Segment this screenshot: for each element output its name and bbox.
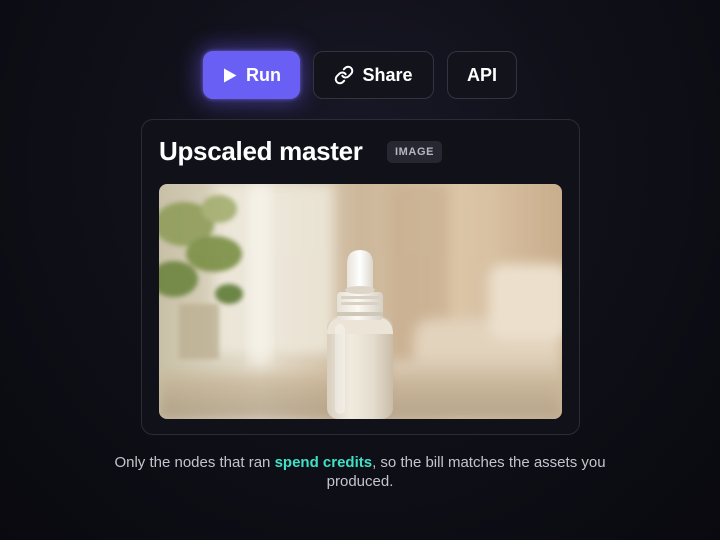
run-button-label: Run [246,64,281,85]
caption-prefix: Only the nodes that ran [114,454,275,471]
type-badge: IMAGE [387,141,443,163]
api-button-label: API [466,64,497,85]
output-image[interactable] [159,184,562,419]
play-icon [222,67,238,84]
toolbar: Run Share API [0,51,720,99]
link-icon [334,65,354,85]
card-title: Upscaled master [159,136,363,166]
output-card: Upscaled master IMAGE [141,119,580,435]
dropper-bottle-photo [159,184,562,419]
run-button[interactable]: Run [203,51,300,99]
caption-highlight: spend credits [274,454,373,471]
caption: Only the nodes that ran spend credits, s… [80,453,640,491]
api-button[interactable]: API [447,51,517,99]
share-button-label: Share [362,64,413,85]
share-button[interactable]: Share [313,51,434,99]
